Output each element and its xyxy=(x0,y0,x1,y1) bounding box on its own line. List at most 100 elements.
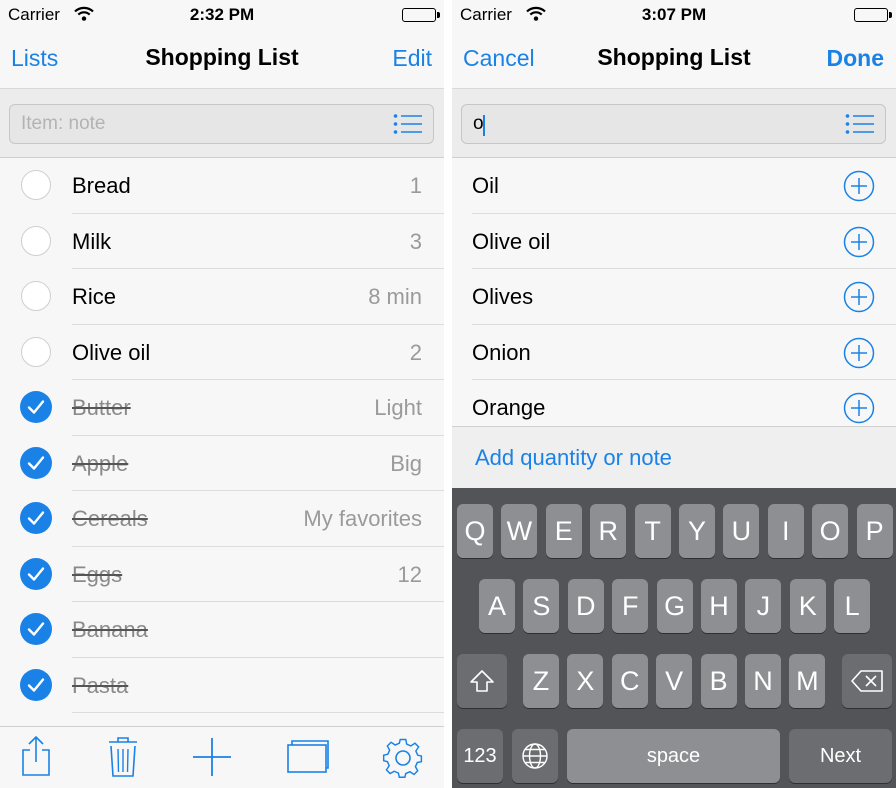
add-circle-icon[interactable] xyxy=(843,392,875,429)
key-m[interactable]: M xyxy=(789,654,826,708)
key-l[interactable]: L xyxy=(834,579,871,633)
key-h[interactable]: H xyxy=(701,579,737,633)
lists-button[interactable]: Lists xyxy=(11,45,58,72)
key-u[interactable]: U xyxy=(723,504,760,558)
key-s[interactable]: S xyxy=(523,579,560,633)
add-item-input[interactable] xyxy=(473,105,833,143)
folders-icon[interactable] xyxy=(286,735,330,780)
shopping-items-list: Bread 1 Milk 3 Rice 8 min Olive oil 2 Butter Ligh… xyxy=(0,158,444,713)
key-q[interactable]: Q xyxy=(457,504,493,558)
key-a[interactable]: A xyxy=(479,579,515,633)
key-k[interactable]: K xyxy=(789,579,826,633)
bottom-toolbar xyxy=(0,726,444,788)
key-x[interactable]: X xyxy=(567,654,604,708)
add-circle-icon[interactable] xyxy=(843,170,875,207)
done-button[interactable]: Done xyxy=(827,45,885,72)
key-f[interactable]: F xyxy=(612,579,649,633)
shift-icon[interactable] xyxy=(457,654,507,708)
list-item[interactable]: Eggs 12 xyxy=(0,547,444,602)
item-note: 1 xyxy=(409,173,422,198)
key-z[interactable]: Z xyxy=(523,654,559,708)
unchecked-circle-icon[interactable] xyxy=(21,170,51,200)
list-item[interactable]: Cereals My favorites xyxy=(0,491,444,547)
list-item[interactable]: Olive oil 2 xyxy=(0,325,444,380)
item-name: Banana xyxy=(72,617,148,642)
key-y[interactable]: Y xyxy=(679,504,715,558)
shopping-list-screen: Carrier 2:32 PM Lists Shopping List Edit xyxy=(0,0,444,788)
delete-icon[interactable] xyxy=(842,654,892,708)
page-title: Shopping List xyxy=(145,44,299,70)
list-item[interactable]: Pasta xyxy=(0,658,444,713)
checked-icon[interactable] xyxy=(20,502,52,534)
suggestions-list: Oil Olive oil Olives Onion Orange xyxy=(452,158,896,436)
suggestion-item[interactable]: Oil xyxy=(452,158,896,214)
item-name: Rice xyxy=(72,284,117,309)
list-item[interactable]: Rice 8 min xyxy=(0,269,444,325)
status-bar: Carrier 3:07 PM xyxy=(452,0,896,30)
unchecked-circle-icon[interactable] xyxy=(21,281,51,311)
item-name: Cereals xyxy=(72,506,148,531)
key-g[interactable]: G xyxy=(656,579,693,633)
item-note: 2 xyxy=(409,339,422,365)
list-item[interactable]: Bread 1 xyxy=(0,158,444,214)
status-bar: Carrier 2:32 PM xyxy=(0,0,444,30)
plus-icon[interactable] xyxy=(191,735,233,784)
add-circle-icon[interactable] xyxy=(843,281,875,318)
key-b[interactable]: B xyxy=(700,654,737,708)
add-item-input[interactable] xyxy=(21,105,381,143)
add-note-bar: Add quantity or note xyxy=(452,426,896,488)
key-t[interactable]: T xyxy=(634,504,671,558)
suggestion-name: Orange xyxy=(472,395,546,420)
add-quantity-or-note-button[interactable]: Add quantity or note xyxy=(475,445,672,471)
unchecked-circle-icon[interactable] xyxy=(21,225,51,256)
key-v[interactable]: V xyxy=(656,654,693,708)
suggestion-item[interactable]: Onion xyxy=(452,325,896,380)
row-separator xyxy=(72,712,444,713)
unchecked-circle-icon[interactable] xyxy=(21,336,51,367)
checked-icon[interactable] xyxy=(20,668,52,701)
item-note: My favorites xyxy=(303,506,422,531)
numbers-key[interactable]: 123 xyxy=(457,729,503,783)
key-n[interactable]: N xyxy=(745,654,781,708)
key-e[interactable]: E xyxy=(545,504,582,558)
list-icon[interactable] xyxy=(845,113,875,140)
checked-icon[interactable] xyxy=(20,446,52,479)
key-o[interactable]: O xyxy=(812,504,849,558)
cancel-button[interactable]: Cancel xyxy=(463,45,535,72)
edit-button[interactable]: Edit xyxy=(392,45,432,72)
gear-icon[interactable] xyxy=(381,735,425,784)
list-item[interactable]: Butter Light xyxy=(0,380,444,436)
item-name: Milk xyxy=(72,228,112,254)
list-icon[interactable] xyxy=(393,113,423,140)
item-name: Butter xyxy=(72,395,131,420)
key-p[interactable]: P xyxy=(856,504,893,558)
add-circle-icon[interactable] xyxy=(843,226,875,263)
list-item[interactable]: Apple Big xyxy=(0,436,444,491)
key-d[interactable]: D xyxy=(567,579,604,633)
trash-icon[interactable] xyxy=(106,735,140,784)
suggestion-item[interactable]: Olives xyxy=(452,269,896,325)
globe-icon[interactable] xyxy=(512,729,558,783)
navigation-bar: Cancel Shopping List Done xyxy=(452,30,896,88)
suggestion-name: Oil xyxy=(472,173,499,198)
checked-icon[interactable] xyxy=(20,613,52,645)
key-w[interactable]: W xyxy=(501,504,538,558)
item-name: Apple xyxy=(72,450,129,476)
add-circle-icon[interactable] xyxy=(843,337,875,374)
space-key[interactable]: space xyxy=(567,729,780,783)
checked-icon[interactable] xyxy=(20,391,52,423)
text-cursor xyxy=(483,115,485,136)
suggestion-item[interactable]: Olive oil xyxy=(452,214,896,269)
checked-icon[interactable] xyxy=(20,557,52,590)
list-item[interactable]: Milk 3 xyxy=(0,214,444,269)
list-item[interactable]: Banana xyxy=(0,602,444,658)
key-c[interactable]: C xyxy=(611,654,648,708)
key-r[interactable]: R xyxy=(590,504,627,558)
key-j[interactable]: J xyxy=(745,579,782,633)
key-i[interactable]: I xyxy=(767,504,804,558)
next-key[interactable]: Next xyxy=(789,729,892,783)
keyboard: Q W E R T Y U I O P A S D F G H J K L Z X C V B N M 123 space Next xyxy=(452,488,896,788)
battery-icon xyxy=(402,8,440,22)
item-name: Bread xyxy=(72,173,131,198)
share-icon[interactable] xyxy=(19,735,53,782)
